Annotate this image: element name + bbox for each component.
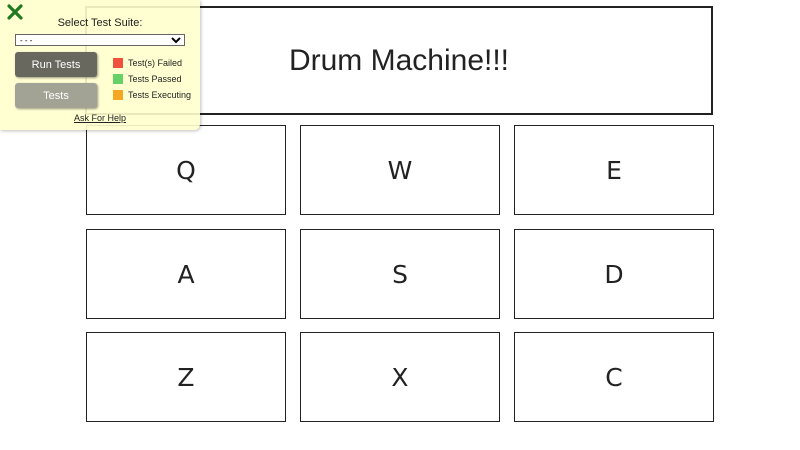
drum-pad-x[interactable]: X <box>300 332 500 422</box>
drum-pad-q[interactable]: Q <box>86 125 286 215</box>
drum-pad-w[interactable]: W <box>300 125 500 215</box>
drum-pad-s[interactable]: S <box>300 229 500 319</box>
legend-passed-label: Tests Passed <box>128 73 182 84</box>
failed-swatch <box>113 57 123 68</box>
test-suite-select[interactable]: - - - <box>15 34 185 46</box>
test-suite-title: Select Test Suite: <box>57 17 143 29</box>
drum-pad-a[interactable]: A <box>86 229 286 319</box>
run-tests-button[interactable]: Run Tests <box>15 52 97 77</box>
executing-swatch <box>113 89 123 100</box>
legend-failed: Test(s) Failed <box>113 57 182 68</box>
drum-pad-c[interactable]: C <box>514 332 714 422</box>
legend-executing: Tests Executing <box>113 89 191 100</box>
passed-swatch <box>113 73 123 84</box>
legend-executing-label: Tests Executing <box>128 89 192 100</box>
test-suite-panel: Select Test Suite: - - - Run Tests Tests… <box>0 0 200 130</box>
legend-passed: Tests Passed <box>113 73 182 84</box>
legend-failed-label: Test(s) Failed <box>128 57 183 68</box>
drum-pad-z[interactable]: Z <box>86 332 286 422</box>
ask-for-help-link[interactable]: Ask For Help <box>0 113 200 123</box>
drum-pad-d[interactable]: D <box>514 229 714 319</box>
drum-pad-e[interactable]: E <box>514 125 714 215</box>
tests-button[interactable]: Tests <box>15 83 97 108</box>
